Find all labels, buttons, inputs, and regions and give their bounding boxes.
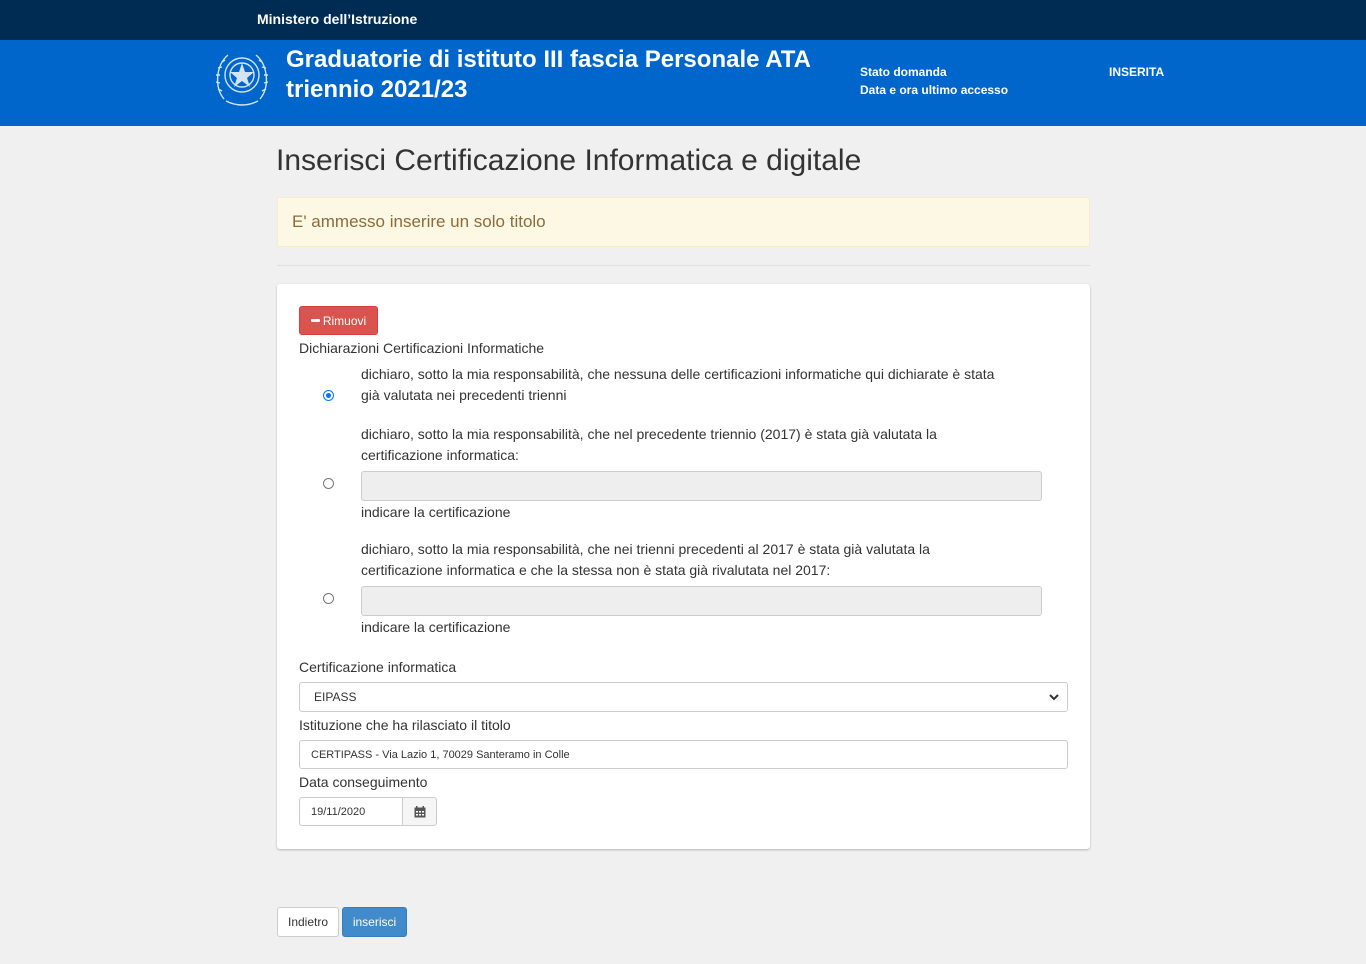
status-label: Stato domanda [860, 65, 947, 79]
declaration-option-2-text: dichiaro, sotto la mia responsabilità, c… [361, 424, 1041, 466]
status-value: INSERITA [1109, 65, 1165, 79]
page-title: Inserisci Certificazione Informatica e d… [276, 144, 862, 177]
institution-label: Istituzione che ha rilasciato il titolo [299, 717, 511, 733]
declaration-radio-3[interactable] [323, 593, 334, 604]
option-2-hint: indicare la certificazione [361, 504, 511, 520]
declaration-option-2-line1: dichiaro, sotto la mia responsabilità, c… [361, 426, 937, 442]
declaration-option-2-line2: certificazione informatica: [361, 447, 519, 463]
application-title-line2: triennio 2021/23 [286, 76, 468, 103]
declaration-option-3-line1: dichiaro, sotto la mia responsabilità, c… [361, 541, 930, 557]
status-labels: Stato domanda Data e ora ultimo accesso [860, 63, 1008, 99]
declaration-option-3-text: dichiaro, sotto la mia responsabilità, c… [361, 539, 1041, 581]
declaration-option-1-line2: già valutata nei precedenti trienni [361, 387, 567, 403]
application-title: Graduatorie di istituto III fascia Perso… [286, 45, 811, 105]
declaration-option-1-text: dichiaro, sotto la mia responsabilità, c… [361, 364, 1041, 406]
option-3-hint: indicare la certificazione [361, 619, 511, 635]
declaration-radio-1[interactable] [323, 390, 334, 401]
status-values: INSERITA [1109, 63, 1164, 81]
declaration-radio-2[interactable] [323, 478, 334, 489]
certification-label: Certificazione informatica [299, 659, 457, 675]
divider [277, 265, 1090, 266]
certification-select-value: EIPASS [314, 690, 357, 704]
date-input[interactable]: 19/11/2020 [299, 797, 403, 826]
minus-icon [310, 319, 320, 322]
declaration-option-1-line1: dichiaro, sotto la mia responsabilità, c… [361, 366, 995, 382]
previous-certification-input-2017[interactable] [361, 471, 1042, 501]
certification-select[interactable]: EIPASS [299, 682, 1068, 712]
previous-certification-input-pre-2017[interactable] [361, 586, 1042, 616]
submit-button[interactable]: inserisci [342, 907, 407, 937]
remove-button[interactable]: Rimuovi [299, 306, 378, 335]
application-title-line1: Graduatorie di istituto III fascia Perso… [286, 46, 811, 73]
date-picker-button[interactable] [402, 797, 437, 826]
date-label: Data conseguimento [299, 774, 428, 790]
warning-alert: E' ammesso inserire un solo titolo [277, 197, 1090, 247]
institution-input[interactable]: CERTIPASS - Via Lazio 1, 70029 Santeramo… [299, 740, 1068, 769]
italian-republic-emblem-icon [215, 54, 269, 106]
last-access-label: Data e ora ultimo accesso [860, 83, 1009, 97]
back-button[interactable]: Indietro [277, 907, 339, 937]
remove-button-label: Rimuovi [322, 313, 367, 328]
declaration-option-3-line2: certificazione informatica e che la stes… [361, 562, 831, 578]
top-bar: Ministero dell’Istruzione [0, 0, 1366, 40]
calendar-icon [414, 805, 425, 817]
declarations-label: Dichiarazioni Certificazioni Informatich… [299, 340, 545, 356]
chevron-down-icon [1049, 694, 1059, 701]
ministry-name: Ministero dell’Istruzione [257, 11, 418, 27]
